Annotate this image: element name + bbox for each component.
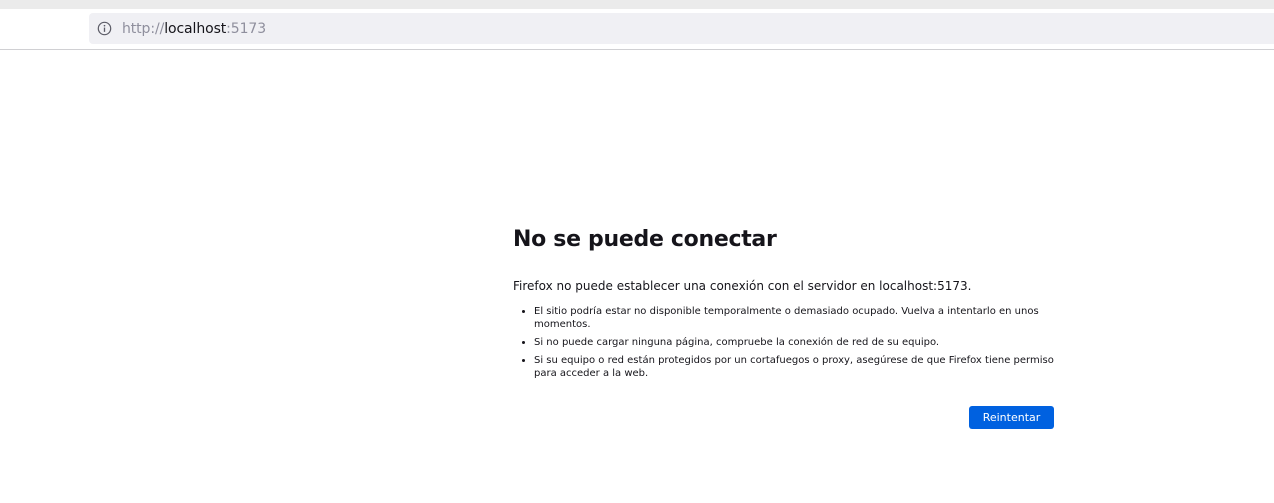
error-suggestions-list: El sitio podría estar no disponible temp… — [513, 305, 1054, 380]
url-prefix: http:// — [122, 20, 165, 37]
retry-button[interactable]: Reintentar — [969, 406, 1054, 429]
error-suggestion-item: El sitio podría estar no disponible temp… — [534, 305, 1054, 331]
tab-strip — [0, 0, 1274, 9]
url-bar[interactable]: http://localhost:5173 — [89, 13, 1274, 44]
error-page-container: No se puede conectar Firefox no puede es… — [513, 226, 1054, 429]
error-title: No se puede conectar — [513, 227, 777, 252]
url-host: localhost — [164, 20, 227, 37]
error-suggestion-item: Si su equipo o red están protegidos por … — [534, 354, 1054, 380]
url-port: :5173 — [226, 20, 267, 37]
site-info-icon[interactable] — [96, 20, 113, 37]
error-suggestion-item: Si no puede cargar ninguna página, compr… — [534, 336, 1054, 349]
url-text[interactable]: http://localhost:5173 — [122, 21, 266, 37]
navigation-toolbar: http://localhost:5173 — [0, 9, 1274, 50]
error-description: Firefox no puede establecer una conexión… — [513, 279, 972, 293]
